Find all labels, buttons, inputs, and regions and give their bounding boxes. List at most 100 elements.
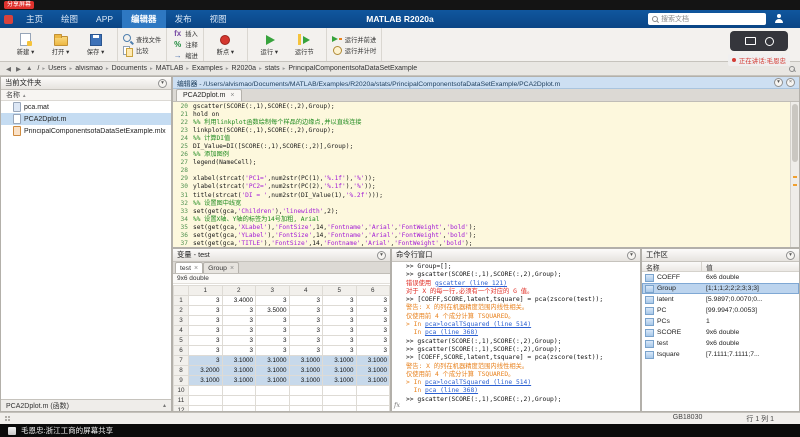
var-grid-row-header[interactable]: 12 <box>174 406 189 412</box>
var-grid-cell[interactable] <box>189 386 223 396</box>
var-grid-cell[interactable]: 3 <box>289 326 323 336</box>
file-details-bar[interactable]: PCA2Dplot.m (函数) ▴ <box>1 399 171 411</box>
workspace-row[interactable]: latent[5.9897;0.0070;0... <box>642 294 799 305</box>
var-grid-cell[interactable]: 3 <box>356 306 390 316</box>
folder-search-icon[interactable] <box>789 66 795 72</box>
workspace-row[interactable]: test9x6 double <box>642 338 799 349</box>
doc-search-box[interactable]: 搜索文档 <box>648 13 766 25</box>
toolstrip-tab-apps[interactable]: APP <box>87 10 122 28</box>
file-item[interactable]: pca.mat <box>1 101 171 113</box>
var-grid-col-header[interactable]: 4 <box>289 286 323 296</box>
up-folder-icon[interactable]: ▲ <box>25 65 33 72</box>
error-link[interactable]: gscatter (line 121) <box>435 280 507 287</box>
var-grid-row-header[interactable]: 5 <box>174 336 189 346</box>
var-grid-row-header[interactable]: 6 <box>174 346 189 356</box>
error-link[interactable]: pca (line 368) <box>425 387 478 394</box>
toolstrip-tab-editor[interactable]: 编辑器 <box>122 10 166 28</box>
workspace-row[interactable]: tsquare[7.1111;7.1111;7... <box>642 349 799 360</box>
var-grid-cell[interactable]: 3 <box>289 296 323 306</box>
fx-icon[interactable]: fx <box>394 401 400 409</box>
var-grid-cell[interactable] <box>356 386 390 396</box>
open-button[interactable]: 打开 ▾ <box>44 33 77 56</box>
var-grid-cell[interactable] <box>222 386 256 396</box>
editor-menu-icon[interactable]: ▾ <box>774 78 783 87</box>
error-link[interactable]: pca>localTSquared (line 514) <box>425 321 531 328</box>
var-grid-cell[interactable] <box>256 406 290 412</box>
run-time-button[interactable]: 运行并计时 <box>332 45 376 55</box>
var-grid-cell[interactable]: 3 <box>289 306 323 316</box>
insert-button[interactable]: fx插入 <box>172 29 198 39</box>
error-link[interactable]: pca (line 368) <box>425 329 478 336</box>
var-grid-cell[interactable]: 3 <box>189 336 223 346</box>
var-grid-row-header[interactable]: 8 <box>174 366 189 376</box>
var-grid-col-header[interactable]: 6 <box>356 286 390 296</box>
breadcrumb-segment[interactable]: stats <box>264 65 281 72</box>
editor-close-icon[interactable]: × <box>786 78 795 87</box>
var-grid-cell[interactable]: 3 <box>189 316 223 326</box>
toolstrip-tab-plots[interactable]: 绘图 <box>52 10 87 28</box>
var-grid-cell[interactable]: 3.1000 <box>356 376 390 386</box>
toolstrip-tab-view[interactable]: 视图 <box>201 10 236 28</box>
panel-menu-icon[interactable]: ▾ <box>627 251 636 260</box>
var-grid-cell[interactable]: 3 <box>289 316 323 326</box>
screen-share-icon[interactable] <box>745 37 756 45</box>
var-grid-cell[interactable]: 3.1000 <box>222 366 256 376</box>
breadcrumb-segment[interactable]: Users <box>47 65 67 72</box>
var-grid-row-header[interactable]: 10 <box>174 386 189 396</box>
var-grid-cell[interactable]: 3.1000 <box>323 366 357 376</box>
var-grid-row-header[interactable]: 2 <box>174 306 189 316</box>
var-grid-row-header[interactable]: 3 <box>174 316 189 326</box>
command-window-body[interactable]: >> Group=[];>> gscatter(SCORE(:,1),SCORE… <box>392 262 640 411</box>
var-grid-cell[interactable]: 3 <box>356 346 390 356</box>
close-icon[interactable]: × <box>230 92 234 99</box>
file-item[interactable]: PrincipalComponentsofaDataSetExample.mlx <box>1 125 171 137</box>
var-grid-cell[interactable] <box>189 406 223 412</box>
var-grid-cell[interactable] <box>323 396 357 406</box>
files-name-column-header[interactable]: 名称 ▲ <box>1 90 171 101</box>
breadcrumb-segment[interactable]: R2020a <box>231 65 258 72</box>
var-grid-cell[interactable]: 3 <box>256 296 290 306</box>
toolstrip-tab-publish[interactable]: 发布 <box>166 10 201 28</box>
var-grid-cell[interactable]: 3 <box>189 326 223 336</box>
var-grid-cell[interactable]: 3.1000 <box>189 376 223 386</box>
stop-share-button[interactable] <box>4 15 13 24</box>
var-grid-cell[interactable] <box>222 406 256 412</box>
var-grid-cell[interactable] <box>323 406 357 412</box>
expand-details-icon[interactable]: ▴ <box>163 402 166 409</box>
var-grid-cell[interactable]: 3 <box>222 326 256 336</box>
comment-button[interactable]: %注释 <box>172 40 198 50</box>
var-grid-cell[interactable]: 3.1000 <box>256 356 290 366</box>
var-grid-row-header[interactable]: 9 <box>174 376 189 386</box>
var-grid-cell[interactable]: 3 <box>289 346 323 356</box>
var-grid-cell[interactable]: 3 <box>256 346 290 356</box>
breadcrumb-segment[interactable]: PrincipalComponentsofaDataSetExample <box>287 65 418 72</box>
var-grid-col-header[interactable]: 2 <box>222 286 256 296</box>
panel-menu-icon[interactable]: ▾ <box>786 251 795 260</box>
var-grid-cell[interactable] <box>356 406 390 412</box>
warning-marker[interactable] <box>793 184 797 186</box>
new-button[interactable]: 新建 ▾ <box>9 33 42 56</box>
name-column-header[interactable]: 名称 <box>642 262 702 271</box>
panel-menu-icon[interactable]: ▾ <box>158 79 167 88</box>
var-grid-cell[interactable]: 3 <box>256 316 290 326</box>
var-grid-cell[interactable]: 3 <box>222 306 256 316</box>
breadcrumb-segment[interactable]: alvismao <box>74 65 104 72</box>
var-grid-cell[interactable] <box>323 386 357 396</box>
panel-menu-icon[interactable]: ▾ <box>377 251 386 260</box>
var-grid-cell[interactable]: 3 <box>356 316 390 326</box>
var-grid-cell[interactable] <box>289 396 323 406</box>
var-grid-cell[interactable]: 3.1000 <box>356 356 390 366</box>
editor-scrollbar[interactable] <box>790 102 799 247</box>
var-grid-cell[interactable]: 3 <box>222 336 256 346</box>
var-grid-cell[interactable] <box>222 396 256 406</box>
workspace-row[interactable]: SCORE9x6 double <box>642 327 799 338</box>
breadcrumb-segment[interactable]: Examples <box>191 65 224 72</box>
var-grid-cell[interactable]: 3 <box>356 296 390 306</box>
var-grid-cell[interactable]: 3.5000 <box>256 306 290 316</box>
workspace-row[interactable]: Group[1;1;1;2;2;2;3;3;3] <box>642 283 799 294</box>
toolstrip-tab-home[interactable]: 主页 <box>17 10 52 28</box>
var-grid-cell[interactable]: 3.1000 <box>256 366 290 376</box>
var-grid-cell[interactable]: 3.1000 <box>356 366 390 376</box>
meeting-float-controls[interactable] <box>730 31 788 51</box>
warning-marker[interactable] <box>793 176 797 178</box>
